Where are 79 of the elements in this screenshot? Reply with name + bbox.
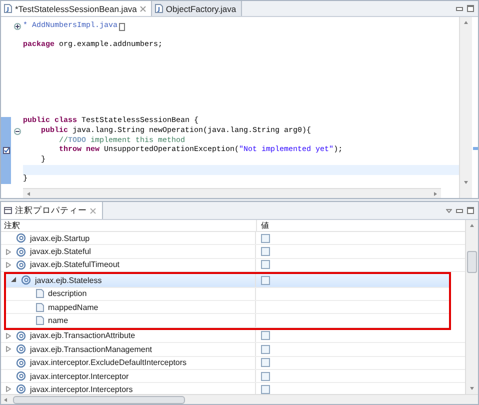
annotation-name: javax.ejb.TransactionManagement (30, 344, 152, 354)
java-file-icon (154, 4, 163, 13)
annotation-icon (21, 275, 31, 286)
expand-arrow-icon[interactable] (6, 262, 11, 268)
close-icon[interactable] (90, 208, 96, 214)
tree-row[interactable]: javax.interceptor.Interceptor (1, 370, 465, 384)
editor-tab[interactable]: ObjectFactory.java (152, 1, 242, 16)
annotation-icon (16, 384, 26, 394)
tree-row[interactable]: name (6, 314, 449, 328)
expand-arrow-icon[interactable] (6, 248, 11, 255)
column-header[interactable]: 注釈 (4, 220, 20, 231)
attribute-name: mappedName (48, 302, 98, 312)
scroll-down-arrow-icon[interactable] (470, 387, 474, 390)
column-header[interactable]: 値 (257, 220, 269, 231)
checkbox[interactable] (261, 276, 270, 285)
annotation-icon (16, 260, 26, 270)
checkbox[interactable] (261, 234, 270, 243)
annotation-name: javax.interceptor.ExcludeDefaultInterceptors (30, 358, 187, 368)
annotation-icon (16, 358, 26, 368)
scroll-left-arrow-icon[interactable] (4, 398, 7, 402)
tree-row[interactable]: javax.ejb.Startup (1, 232, 465, 246)
scrollbar-thumb[interactable] (13, 396, 185, 404)
collapse-arrow-icon[interactable] (11, 277, 16, 284)
checkbox[interactable] (261, 260, 270, 270)
vertical-scrollbar[interactable] (459, 17, 472, 198)
folded-text-icon (118, 23, 125, 31)
java-file-icon (4, 4, 12, 13)
annotation-icon (16, 330, 26, 341)
checkbox[interactable] (261, 358, 270, 368)
annotation-icon (16, 246, 26, 257)
checkbox[interactable] (261, 331, 270, 340)
panel-icon (4, 207, 12, 214)
tree-row[interactable]: javax.ejb.TransactionManagement (1, 343, 465, 357)
annotation-name: javax.interceptor.Interceptors (30, 384, 133, 394)
scroll-up-arrow-icon[interactable] (470, 224, 474, 227)
scroll-right-arrow-icon[interactable] (434, 192, 437, 196)
horizontal-scrollbar[interactable] (23, 188, 441, 198)
checkbox[interactable] (261, 344, 270, 354)
annotation-name: javax.ejb.Startup (30, 234, 90, 243)
horizontal-scrollbar[interactable] (1, 394, 478, 404)
tree-row[interactable]: javax.ejb.StatefulTimeout (1, 258, 465, 272)
close-icon[interactable] (140, 6, 146, 12)
tree-row[interactable]: mappedName (6, 300, 449, 314)
scroll-left-arrow-icon[interactable] (27, 192, 30, 196)
panel-tab[interactable]: 注釈プロパティー (1, 202, 103, 219)
view-menu-icon[interactable] (446, 208, 452, 212)
tree-row[interactable]: description (6, 288, 449, 301)
scroll-up-arrow-icon[interactable] (464, 21, 468, 24)
scroll-down-arrow-icon[interactable] (464, 181, 468, 184)
expand-arrow-icon[interactable] (6, 332, 11, 339)
checkbox[interactable] (261, 384, 270, 394)
maximize-icon[interactable] (467, 5, 474, 12)
expand-fold-icon[interactable] (14, 23, 20, 30)
expand-arrow-icon[interactable] (6, 386, 11, 392)
annotation-icon (16, 344, 26, 354)
tree-row[interactable]: javax.ejb.TransactionAttribute (1, 330, 465, 344)
minimize-icon[interactable] (456, 6, 463, 10)
checkbox[interactable] (261, 372, 270, 381)
annotation-icon (16, 233, 26, 244)
editor-tab[interactable]: *TestStatelessSessionBean.java (1, 1, 152, 16)
annotation-name: javax.ejb.Stateless (35, 276, 102, 285)
attribute-name: name (48, 316, 68, 326)
annotation-name: javax.ejb.StatefulTimeout (30, 260, 120, 270)
tree-row[interactable]: javax.ejb.Stateful (1, 245, 465, 259)
annotation-icon (16, 371, 26, 382)
tree-row[interactable]: javax.interceptor.ExcludeDefaultInterceptors (1, 356, 465, 370)
attribute-name: description (48, 289, 87, 298)
minimize-icon[interactable] (456, 208, 463, 212)
annotation-name: javax.interceptor.Interceptor (30, 372, 129, 381)
expand-arrow-icon[interactable] (6, 346, 11, 352)
vertical-scrollbar[interactable] (465, 220, 478, 394)
maximize-icon[interactable] (467, 207, 474, 214)
annotation-name: javax.ejb.Stateful (30, 247, 91, 256)
overview-marker-icon[interactable] (472, 147, 478, 150)
tree-row[interactable]: javax.ejb.Stateless (6, 274, 449, 288)
collapse-fold-icon[interactable] (14, 128, 20, 136)
annotation-name: javax.ejb.TransactionAttribute (30, 331, 136, 340)
scrollbar-thumb[interactable] (467, 251, 477, 273)
checkbox[interactable] (261, 247, 270, 256)
